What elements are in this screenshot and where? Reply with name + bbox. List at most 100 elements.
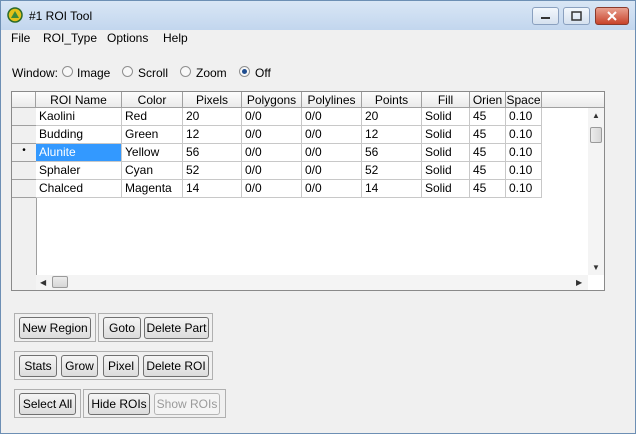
table-cell-points[interactable]: 12 — [362, 126, 422, 144]
scroll-right-icon[interactable]: ▶ — [576, 278, 582, 287]
row-header[interactable] — [12, 108, 36, 126]
column-header-pixels[interactable]: Pixels — [183, 92, 242, 108]
column-header-fill[interactable]: Fill — [422, 92, 470, 108]
title-bar[interactable]: #1 ROI Tool — [1, 1, 635, 30]
horizontal-scrollbar[interactable]: ◀ ▶ — [36, 275, 588, 290]
table-cell-roi-name[interactable]: Budding — [36, 126, 122, 144]
close-button[interactable] — [595, 7, 629, 25]
table-cell-color[interactable]: Cyan — [122, 162, 183, 180]
menu-file[interactable]: File — [11, 31, 30, 45]
maximize-button[interactable] — [563, 7, 590, 25]
table-cell-polylines[interactable]: 0/0 — [302, 162, 362, 180]
table-cell-points[interactable]: 56 — [362, 144, 422, 162]
radio-off[interactable] — [239, 66, 250, 77]
table-cell-pixels[interactable]: 12 — [183, 126, 242, 144]
radio-zoom[interactable] — [180, 66, 191, 77]
table-cell-polygons[interactable]: 0/0 — [242, 126, 302, 144]
scroll-left-icon[interactable]: ◀ — [40, 278, 46, 287]
close-icon — [607, 11, 617, 21]
table-cell-fill[interactable]: Solid — [422, 108, 470, 126]
table-cell-space[interactable]: 0.10 — [506, 180, 542, 198]
hide-rois-button[interactable]: Hide ROIs — [88, 393, 150, 415]
table-cell-roi-name[interactable]: Kaolini — [36, 108, 122, 126]
table-cell-pixels[interactable]: 56 — [183, 144, 242, 162]
radio-zoom-label[interactable]: Zoom — [196, 66, 227, 80]
delete-roi-button[interactable]: Delete ROI — [143, 355, 209, 377]
table-cell-color[interactable]: Green — [122, 126, 183, 144]
select-all-button[interactable]: Select All — [19, 393, 76, 415]
table-cell-fill[interactable]: Solid — [422, 126, 470, 144]
vertical-scroll-thumb[interactable] — [590, 127, 602, 143]
column-header-polylines[interactable]: Polylines — [302, 92, 362, 108]
column-header-roi-name[interactable]: ROI Name — [36, 92, 122, 108]
delete-part-button[interactable]: Delete Part — [144, 317, 209, 339]
pixel-button[interactable]: Pixel — [103, 355, 139, 377]
window-title: #1 ROI Tool — [29, 9, 93, 23]
table-cell-orien[interactable]: 45 — [470, 162, 506, 180]
new-region-button[interactable]: New Region — [19, 317, 91, 339]
table-cell-polylines[interactable]: 0/0 — [302, 144, 362, 162]
table-cell-roi-name[interactable]: Chalced — [36, 180, 122, 198]
radio-image-label[interactable]: Image — [77, 66, 110, 80]
menu-bar: File ROI_Type Options Help — [1, 30, 635, 48]
table-cell-orien[interactable]: 45 — [470, 180, 506, 198]
table-cell-pixels[interactable]: 52 — [183, 162, 242, 180]
button-group-region: New Region — [14, 313, 96, 342]
table-cell-space[interactable]: 0.10 — [506, 126, 542, 144]
radio-scroll-label[interactable]: Scroll — [138, 66, 168, 80]
table-cell-polylines[interactable]: 0/0 — [302, 108, 362, 126]
table-cell-pixels[interactable]: 20 — [183, 108, 242, 126]
roi-table[interactable]: ROI Name Color Pixels Polygons Polylines… — [11, 91, 605, 291]
stats-button[interactable]: Stats — [19, 355, 57, 377]
table-cell-orien[interactable]: 45 — [470, 144, 506, 162]
table-cell-roi-name-selected[interactable]: Alunite — [36, 144, 122, 162]
table-cell-polygons[interactable]: 0/0 — [242, 162, 302, 180]
vertical-scrollbar[interactable]: ▲ ▼ — [588, 108, 604, 275]
column-header-space[interactable]: Space — [506, 92, 542, 108]
table-cell-fill[interactable]: Solid — [422, 144, 470, 162]
scroll-up-icon[interactable]: ▲ — [592, 111, 600, 120]
table-cell-orien[interactable]: 45 — [470, 108, 506, 126]
table-cell-space[interactable]: 0.10 — [506, 162, 542, 180]
table-cell-color[interactable]: Yellow — [122, 144, 183, 162]
table-cell-points[interactable]: 20 — [362, 108, 422, 126]
table-cell-pixels[interactable]: 14 — [183, 180, 242, 198]
grow-button[interactable]: Grow — [61, 355, 98, 377]
table-cell-orien[interactable]: 45 — [470, 126, 506, 144]
table-cell-space[interactable]: 0.10 — [506, 108, 542, 126]
roi-tool-window: #1 ROI Tool File ROI_Type Options Help W… — [0, 0, 636, 434]
table-cell-polygons[interactable]: 0/0 — [242, 180, 302, 198]
row-header[interactable] — [12, 126, 36, 144]
window-label: Window: — [12, 66, 59, 80]
row-header-current[interactable]: • — [12, 144, 36, 162]
row-header[interactable] — [12, 180, 36, 198]
radio-off-label[interactable]: Off — [255, 66, 271, 80]
goto-button[interactable]: Goto — [103, 317, 141, 339]
table-cell-points[interactable]: 14 — [362, 180, 422, 198]
table-cell-color[interactable]: Magenta — [122, 180, 183, 198]
menu-roi-type[interactable]: ROI_Type — [43, 31, 97, 45]
row-header[interactable] — [12, 162, 36, 180]
radio-scroll[interactable] — [122, 66, 133, 77]
menu-help[interactable]: Help — [163, 31, 188, 45]
horizontal-scroll-thumb[interactable] — [52, 276, 68, 288]
table-cell-polygons[interactable]: 0/0 — [242, 108, 302, 126]
radio-image[interactable] — [62, 66, 73, 77]
menu-options[interactable]: Options — [107, 31, 148, 45]
scroll-down-icon[interactable]: ▼ — [592, 263, 600, 272]
table-cell-fill[interactable]: Solid — [422, 180, 470, 198]
table-cell-polylines[interactable]: 0/0 — [302, 180, 362, 198]
table-cell-polylines[interactable]: 0/0 — [302, 126, 362, 144]
column-header-orien[interactable]: Orien — [470, 92, 506, 108]
table-cell-space[interactable]: 0.10 — [506, 144, 542, 162]
table-cell-fill[interactable]: Solid — [422, 162, 470, 180]
table-cell-roi-name[interactable]: Sphaler — [36, 162, 122, 180]
column-header-color[interactable]: Color — [122, 92, 183, 108]
column-header-points[interactable]: Points — [362, 92, 422, 108]
table-cell-polygons[interactable]: 0/0 — [242, 144, 302, 162]
table-cell-points[interactable]: 52 — [362, 162, 422, 180]
column-header-polygons[interactable]: Polygons — [242, 92, 302, 108]
minimize-button[interactable] — [532, 7, 559, 25]
table-cell-color[interactable]: Red — [122, 108, 183, 126]
button-group-visibility: Hide ROIs Show ROIs — [83, 389, 226, 418]
